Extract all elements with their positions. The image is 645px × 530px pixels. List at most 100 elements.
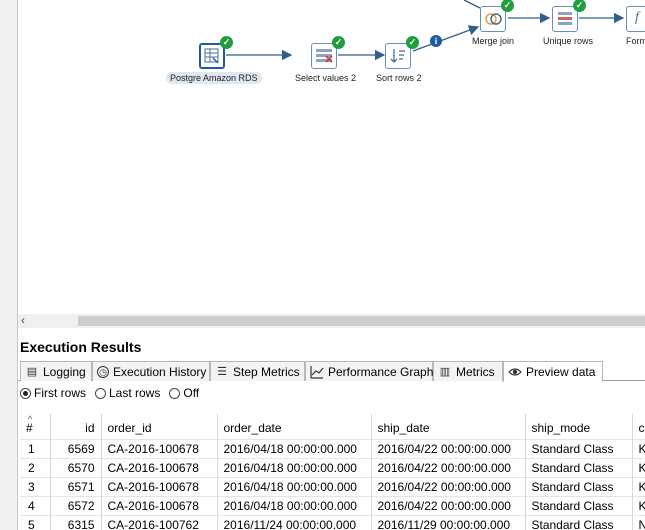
scrollbar-thumb[interactable] [78,316,645,326]
table-cell: 2 [20,457,51,477]
hop-info-icon[interactable]: i [430,35,442,47]
table-cell: CA-2016-100678 [101,438,218,458]
table-cell: Standard Class [525,514,633,530]
step-metrics-icon: ☰ [217,365,227,378]
table-cell: 2016/04/18 00:00:00.000 [217,438,372,458]
step-label: Unique rows [543,36,594,46]
radio-label: Last rows [109,386,161,400]
table-cell: Standard Class [525,495,633,515]
tab-execution-history[interactable]: ◷ Execution History [92,361,210,381]
table-cell: 2016/04/22 00:00:00.000 [371,476,526,496]
eye-icon [508,365,522,379]
success-check-icon: ✓ [406,36,419,49]
table-row[interactable]: 4 6572 CA-2016-100678 2016/04/18 00:00:0… [20,495,645,515]
table-cell: 2016/04/18 00:00:00.000 [217,457,372,477]
tab-label: Performance Graph [328,364,434,379]
table-cell: CA-2016-100678 [101,495,218,515]
table-cell: Standard Class [525,438,633,458]
step-label: Sort rows 2 [376,73,422,83]
preview-data-table[interactable]: ^ # id order_id order_date ship_date ship… [20,414,645,530]
table-row[interactable]: 5 6315 CA-2016-100762 2016/11/24 00:00:0… [20,514,645,530]
table-cell: Standard Class [525,457,633,477]
table-cell: Standard Class [525,476,633,496]
table-cell: 2016/04/22 00:00:00.000 [371,495,526,515]
table-cell: 5 [20,514,51,530]
table-cell: CA-2016-100678 [101,476,218,496]
hop-line[interactable] [412,25,480,52]
table-cell: K [632,438,645,458]
radio-button[interactable] [95,387,106,399]
step-postgre-amazon-rds[interactable]: ✓ [199,36,233,69]
table-row[interactable]: 1 6569 CA-2016-100678 2016/04/18 00:00:0… [20,438,645,458]
table-cell: K [632,495,645,515]
tab-label: Execution History [113,364,207,379]
performance-graph-icon [310,365,324,379]
table-cell: 2016/11/29 00:00:00.000 [371,514,526,530]
table-header-row: ^ # id order_id order_date ship_date ship… [20,414,645,439]
column-header[interactable]: order_id [101,414,218,439]
radio-button[interactable] [20,387,31,399]
table-row[interactable]: 3 6571 CA-2016-100678 2016/04/18 00:00:0… [20,476,645,496]
success-check-icon: ✓ [220,36,233,49]
step-formula[interactable]: f [626,6,645,32]
table-cell: K [632,476,645,496]
step-merge-join[interactable]: ✓ [480,0,514,32]
column-header[interactable]: c [632,414,645,439]
column-header[interactable]: order_date [217,414,372,439]
table-cell: 3 [20,476,51,496]
tab-performance-graph[interactable]: Performance Graph [305,361,433,381]
step-select-values-2[interactable]: ✓ [311,36,345,69]
sort-indicator-icon: ^ [28,414,33,424]
column-header[interactable]: ^ # [20,414,51,439]
step-label: Postgre Amazon RDS [166,72,262,84]
table-cell: 2016/11/24 00:00:00.000 [217,514,372,530]
left-panel-edge [0,0,18,530]
table-cell: 1 [20,438,51,458]
preview-mode-options: First rows Last rows Off [20,384,208,402]
step-sort-rows-2[interactable]: ✓ [385,36,419,69]
radio-first-rows[interactable]: First rows [20,386,86,400]
table-cell: 2016/04/18 00:00:00.000 [217,476,372,496]
logging-icon: ▤ [26,365,38,378]
transformation-canvas[interactable]: i ✓ Postgre Amazon RDS ✓ Select values 2… [18,0,645,314]
table-row[interactable]: 2 6570 CA-2016-100678 2016/04/18 00:00:0… [20,457,645,477]
results-tab-bar: ▤ Logging ◷ Execution History ☰ Step Met… [18,360,645,382]
table-cell: CA-2016-100762 [101,514,218,530]
radio-last-rows[interactable]: Last rows [95,386,160,400]
table-cell: 2016/04/22 00:00:00.000 [371,438,526,458]
tab-label: Step Metrics [233,364,300,379]
table-cell: 4 [20,495,51,515]
radio-label: Off [183,386,200,400]
tab-logging[interactable]: ▤ Logging [20,361,92,381]
history-icon: ◷ [97,365,109,378]
metrics-icon: ▥ [439,365,451,378]
hop-line[interactable] [463,0,481,9]
column-header[interactable]: ship_mode [525,414,633,439]
table-cell: 2016/04/22 00:00:00.000 [371,457,526,477]
table-cell: 6572 [50,495,102,515]
table-cell: 2016/04/18 00:00:00.000 [217,495,372,515]
column-header[interactable]: id [50,414,102,439]
scroll-left-icon[interactable]: ‹ [21,314,25,327]
column-header[interactable]: ship_date [371,414,526,439]
radio-off[interactable]: Off [169,386,199,400]
step-label: Form [626,36,645,46]
success-check-icon: ✓ [332,36,345,49]
step-label: Select values 2 [295,73,357,83]
table-cell: CA-2016-100678 [101,457,218,477]
step-unique-rows[interactable]: ✓ [552,0,586,32]
tab-label: Logging [43,364,86,379]
formula-icon: f [626,6,645,32]
tab-preview-data[interactable]: Preview data [503,361,603,382]
table-cell: 6569 [50,438,102,458]
step-label: Merge join [472,36,515,46]
tab-label: Preview data [526,365,596,379]
radio-label: First rows [34,386,86,400]
execution-results-title: Execution Results [20,339,142,355]
tab-step-metrics[interactable]: ☰ Step Metrics [210,361,305,381]
tab-label: Metrics [456,364,495,379]
radio-button[interactable] [169,387,181,399]
table-cell: N [632,514,645,530]
tab-metrics[interactable]: ▥ Metrics [433,361,503,381]
canvas-horizontal-scrollbar[interactable]: ‹ [18,314,645,328]
